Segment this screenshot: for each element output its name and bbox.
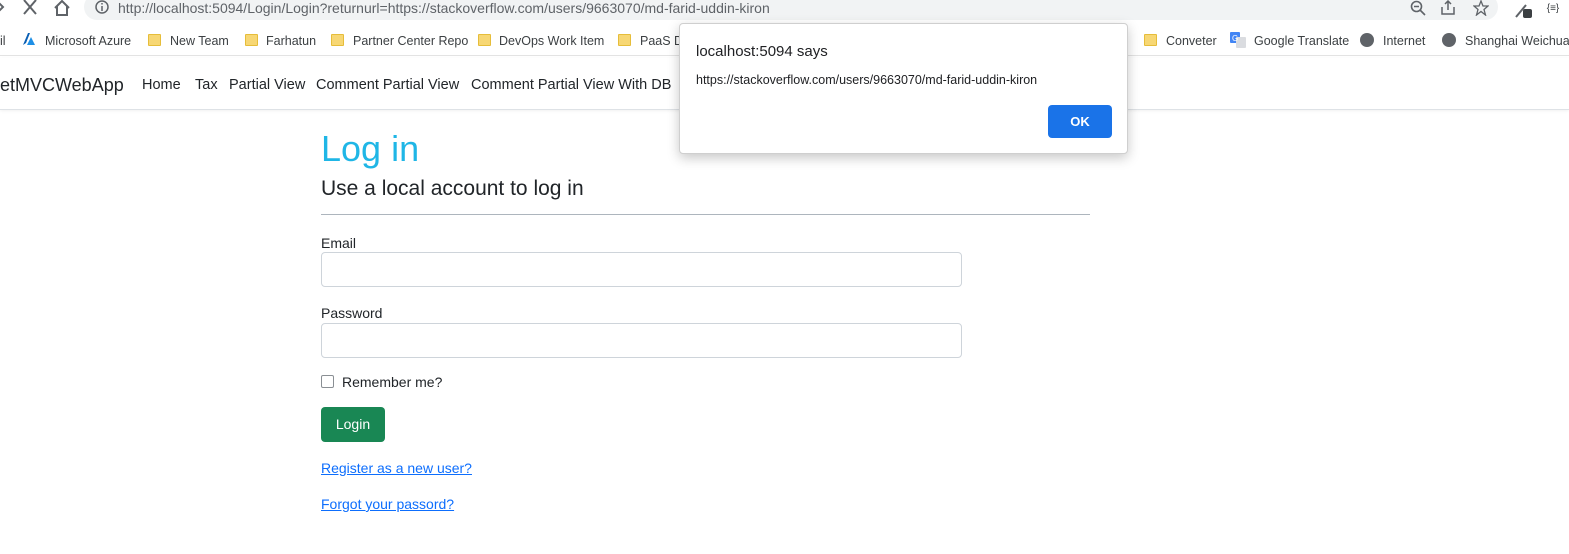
bookmark-microsoft-azure[interactable]: Microsoft Azure xyxy=(45,31,131,51)
url-text[interactable]: http://localhost:5094/Login/Login?return… xyxy=(118,0,770,17)
dialog-title: localhost:5094 says xyxy=(696,43,828,60)
folder-icon xyxy=(148,34,161,46)
divider xyxy=(321,214,1090,215)
bookmark-star-icon[interactable] xyxy=(1472,0,1490,18)
register-link[interactable]: Register as a new user? xyxy=(321,459,472,477)
brand-link[interactable]: etMVCWebApp xyxy=(0,74,124,96)
forward-icon[interactable] xyxy=(0,0,6,18)
folder-icon xyxy=(245,34,258,46)
page-title: Log in xyxy=(321,128,420,169)
json-viewer-icon[interactable]: {≡} xyxy=(1543,0,1563,18)
zoom-icon[interactable] xyxy=(1409,0,1427,18)
globe-icon xyxy=(1442,33,1456,47)
bookmark-partner-center-repo[interactable]: Partner Center Repo xyxy=(353,31,468,51)
alert-dialog: localhost:5094 says https://stackoverflo… xyxy=(679,23,1128,154)
nav-home[interactable]: Home xyxy=(142,75,181,95)
google-translate-icon: G xyxy=(1230,32,1246,48)
dialog-message: https://stackoverflow.com/users/9663070/… xyxy=(696,73,1038,87)
svg-text:G: G xyxy=(1232,34,1238,43)
login-button[interactable]: Login xyxy=(321,407,385,442)
bookmark-farhatun[interactable]: Farhatun xyxy=(266,31,316,51)
forgot-password-link[interactable]: Forgot your passord? xyxy=(321,495,454,513)
bookmark-partial[interactable]: il xyxy=(0,31,6,51)
folder-icon xyxy=(478,34,491,46)
browser-toolbar: http://localhost:5094/Login/Login?return… xyxy=(0,0,1569,22)
email-field[interactable] xyxy=(321,252,962,287)
folder-icon xyxy=(331,34,344,46)
stop-loading-icon[interactable] xyxy=(20,0,40,18)
nav-partial-view[interactable]: Partial View xyxy=(229,75,305,95)
password-label: Password xyxy=(321,305,383,321)
bookmark-new-team[interactable]: New Team xyxy=(170,31,229,51)
nav-tax[interactable]: Tax xyxy=(195,75,218,95)
remember-me-checkbox[interactable] xyxy=(321,375,334,388)
bookmark-shanghai-weichuan[interactable]: Shanghai Weichuan xyxy=(1465,31,1569,51)
site-info-icon[interactable] xyxy=(94,0,110,18)
bookmark-devops-work-item[interactable]: DevOps Work Item xyxy=(499,31,604,51)
folder-icon xyxy=(618,34,631,46)
bookmark-google-translate[interactable]: Google Translate xyxy=(1254,31,1349,51)
password-field[interactable] xyxy=(321,323,962,358)
home-icon[interactable] xyxy=(52,0,72,18)
nav-comment-partial-view[interactable]: Comment Partial View xyxy=(316,75,459,95)
remember-me-label[interactable]: Remember me? xyxy=(342,373,442,391)
azure-icon xyxy=(22,32,36,46)
page-subtitle: Use a local account to log in xyxy=(321,177,584,200)
globe-icon xyxy=(1360,33,1374,47)
email-label: Email xyxy=(321,235,357,251)
extension-icon[interactable] xyxy=(1512,0,1534,18)
share-icon[interactable] xyxy=(1439,0,1457,18)
nav-comment-partial-view-db[interactable]: Comment Partial View With DB xyxy=(471,75,671,95)
dialog-ok-button[interactable]: OK xyxy=(1048,105,1112,138)
bookmark-internet[interactable]: Internet xyxy=(1383,31,1425,51)
bookmark-conveter[interactable]: Conveter xyxy=(1166,31,1217,51)
browser-window: http://localhost:5094/Login/Login?return… xyxy=(0,0,1569,554)
folder-icon xyxy=(1144,34,1157,46)
